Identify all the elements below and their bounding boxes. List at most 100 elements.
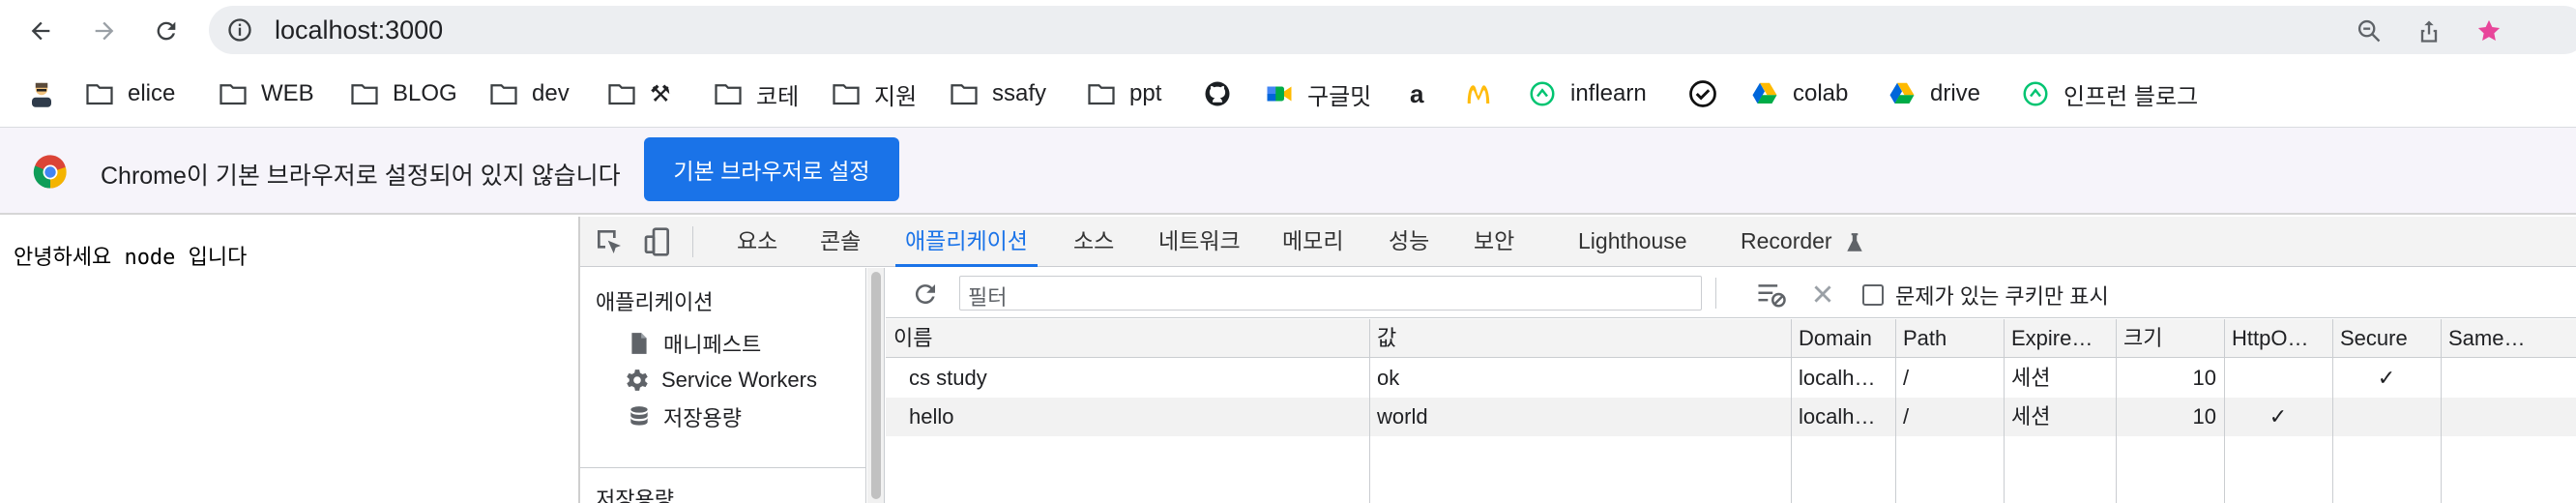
clear-filtered-cookies-icon[interactable] — [1756, 280, 1787, 309]
default-browser-infobar: Chrome이 기본 브라우저로 설정되어 있지 않습니다 기본 브라우저로 설… — [0, 128, 2576, 215]
cell-name: cs study — [909, 366, 987, 390]
bookmark-label: BLOG — [393, 80, 457, 106]
address-bar[interactable]: localhost:3000 — [209, 6, 2576, 54]
star-icon[interactable] — [2475, 17, 2503, 44]
bookmark-folder-ppt[interactable]: ppt — [1087, 77, 1161, 110]
inflearn-icon — [2023, 81, 2048, 106]
column-divider — [1369, 319, 1370, 503]
bookmark-label: ssafy — [992, 80, 1047, 106]
bookmark-drive[interactable]: drive — [1888, 77, 1980, 110]
chrome-logo-icon — [33, 155, 67, 189]
share-icon[interactable] — [2415, 17, 2443, 44]
reload-button[interactable] — [147, 12, 186, 50]
column-divider — [2332, 319, 2333, 503]
amazon-icon: a — [1410, 78, 1424, 108]
cell-path: / — [1903, 366, 1910, 390]
only-issues-checkbox[interactable]: 문제가 있는 쿠키만 표시 — [1862, 280, 2109, 311]
tab-lighthouse[interactable]: Lighthouse — [1578, 217, 1687, 267]
sidebar-item-storage[interactable]: 저장용량 — [627, 401, 742, 432]
flask-icon — [1847, 233, 1862, 252]
column-path[interactable]: Path — [1895, 319, 2004, 358]
tab-application[interactable]: 애플리케이션 — [895, 217, 1038, 267]
check-circle-icon — [1689, 80, 1716, 107]
application-sidebar: 애플리케이션 매니페스트 Service Workers 저장용량 저장용량 — [580, 268, 866, 503]
bookmark-folder-apply[interactable]: 지원 — [832, 77, 917, 110]
clear-all-icon[interactable] — [1810, 281, 1835, 307]
page-viewport: 안녕하세요 node 입니다 — [0, 217, 578, 503]
table-row[interactable]: cs study ok localh… / 세션 10 ✓ — [886, 359, 2576, 398]
bookmark-label: elice — [128, 80, 176, 106]
tab-sources[interactable]: 소스 — [1073, 217, 1114, 267]
cell-secure: ✓ — [2377, 366, 2396, 390]
bookmark-avatar[interactable] — [27, 77, 70, 110]
only-issues-label: 문제가 있는 쿠키만 표시 — [1895, 284, 2109, 309]
bookmark-folder-tools[interactable]: ⚒ — [607, 77, 671, 110]
bookmark-folder-blog[interactable]: BLOG — [350, 77, 457, 110]
tab-network[interactable]: 네트워크 — [1158, 217, 1241, 267]
folder-icon — [86, 84, 113, 105]
inspect-element-icon[interactable] — [594, 226, 625, 257]
column-size[interactable]: 크기 — [2116, 319, 2224, 358]
cookie-filter-input[interactable]: 필터 — [959, 276, 1702, 311]
sidebar-item-service-workers[interactable]: Service Workers — [625, 365, 817, 396]
sidebar-scrollbar[interactable] — [867, 268, 885, 503]
sidebar-item-manifest[interactable]: 매니페스트 — [627, 328, 761, 359]
forward-button[interactable] — [85, 12, 124, 50]
sidebar-section-application: 애플리케이션 — [596, 290, 714, 314]
bookmark-label: 인프런 블로그 — [2064, 83, 2199, 110]
checkbox-box[interactable] — [1862, 284, 1884, 306]
reload-icon — [157, 21, 176, 41]
drive-icon — [1889, 82, 1915, 104]
column-name[interactable]: 이름 — [886, 319, 1369, 358]
cell-value: world — [1377, 404, 1428, 429]
page-text: 안녕하세요 node 입니다 — [14, 246, 248, 270]
zoom-out-icon[interactable] — [2356, 17, 2383, 44]
tab-recorder[interactable]: Recorder — [1741, 217, 1863, 267]
sidebar-item-label: 저장용량 — [663, 406, 742, 430]
column-secure[interactable]: Secure — [2332, 319, 2441, 358]
infobar-message: Chrome이 기본 브라우저로 설정되어 있지 않습니다 — [101, 163, 621, 190]
scrollbar-thumb[interactable] — [871, 272, 881, 499]
bookmark-label: drive — [1930, 80, 1981, 106]
bookmark-folder-elice[interactable]: elice — [85, 77, 175, 110]
arrow-left-icon — [31, 21, 50, 41]
cell-httponly — [2224, 359, 2332, 398]
avatar-icon — [32, 82, 51, 107]
column-samesite[interactable]: Same… — [2441, 319, 2576, 358]
bookmark-folder-coding-test[interactable]: 코테 — [714, 77, 799, 110]
column-expires[interactable]: Expire… — [2004, 319, 2116, 358]
table-row[interactable]: hello world localh… / 세션 10 ✓ — [886, 398, 2576, 436]
bookmark-amazon[interactable]: a — [1410, 77, 1423, 110]
bookmark-mcdonalds[interactable] — [1464, 77, 1507, 110]
info-icon[interactable] — [226, 16, 253, 44]
column-value[interactable]: 값 — [1369, 319, 1791, 358]
cell-samesite — [2441, 398, 2576, 436]
device-toolbar-icon[interactable] — [642, 226, 673, 257]
bookmark-github[interactable] — [1203, 77, 1245, 110]
tab-security[interactable]: 보안 — [1474, 217, 1514, 267]
tab-console[interactable]: 콘솔 — [820, 217, 861, 267]
sidebar-item-label: 매니페스트 — [663, 333, 762, 357]
tab-memory[interactable]: 메모리 — [1282, 217, 1343, 267]
bookmark-google-meet[interactable]: 구글밋 — [1265, 77, 1371, 110]
bookmark-check[interactable] — [1688, 77, 1731, 110]
tab-performance[interactable]: 성능 — [1389, 217, 1429, 267]
github-icon — [1205, 81, 1230, 106]
refresh-icon[interactable] — [911, 280, 940, 309]
bookmark-folder-dev[interactable]: dev — [489, 77, 570, 110]
set-default-browser-button[interactable]: 기본 브라우저로 설정 — [644, 137, 899, 201]
bookmark-colab[interactable]: colab — [1750, 77, 1848, 110]
column-httponly[interactable]: HttpO… — [2224, 319, 2332, 358]
cookie-table-header: 이름 값 Domain Path Expire… 크기 HttpO… Secur… — [886, 319, 2576, 358]
tab-elements[interactable]: 요소 — [737, 217, 777, 267]
url-text[interactable]: localhost:3000 — [275, 15, 443, 45]
file-icon — [631, 333, 647, 354]
back-button[interactable] — [21, 12, 60, 50]
bookmark-folder-ssafy[interactable]: ssafy — [950, 77, 1046, 110]
bookmark-folder-web[interactable]: WEB — [219, 77, 314, 110]
bookmark-inflearn[interactable]: inflearn — [1528, 77, 1647, 110]
bookmark-inflearn-blog[interactable]: 인프런 블로그 — [2021, 77, 2198, 110]
sidebar-item-label: Service Workers — [661, 368, 817, 392]
inflearn-icon — [1530, 81, 1555, 106]
column-domain[interactable]: Domain — [1791, 319, 1895, 358]
